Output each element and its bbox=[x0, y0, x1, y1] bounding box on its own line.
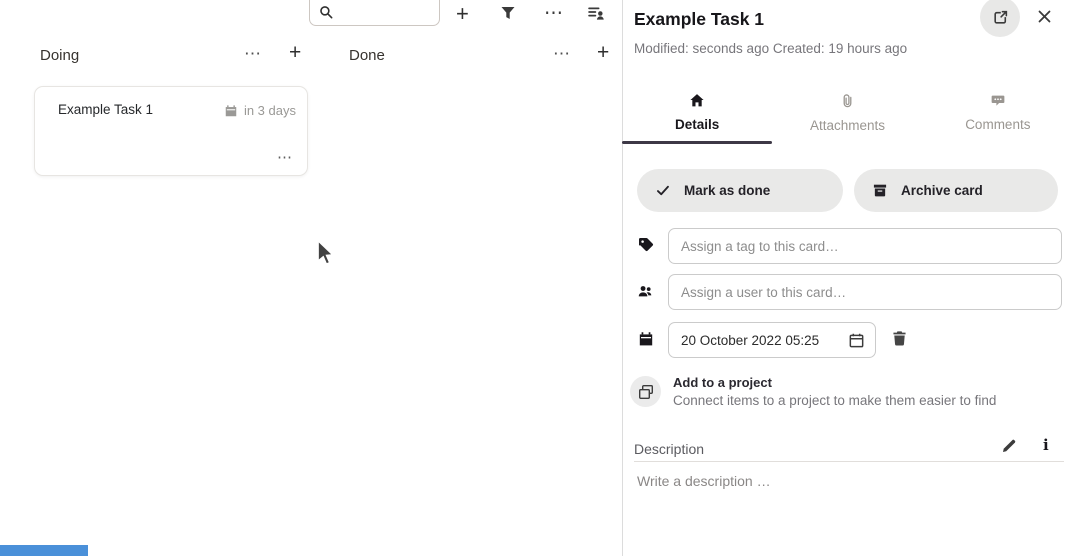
paperclip-icon bbox=[840, 93, 855, 109]
panel-tabs: Details Attachments Comments bbox=[622, 84, 1073, 144]
card-detail-panel: Example Task 1 Modified: seconds ago Cre… bbox=[623, 0, 1073, 556]
task-card[interactable]: Example Task 1 in 3 days ⋯ bbox=[34, 86, 308, 176]
board-add-button[interactable]: + bbox=[456, 1, 469, 27]
assign-tag-input[interactable] bbox=[668, 228, 1062, 264]
external-link-icon bbox=[992, 9, 1009, 26]
due-date-input[interactable] bbox=[681, 333, 848, 348]
doing-column-menu-button[interactable]: ⋯ bbox=[244, 44, 262, 64]
bottom-left-accent bbox=[0, 545, 88, 556]
archive-icon bbox=[872, 183, 888, 198]
done-column-menu-button[interactable]: ⋯ bbox=[553, 44, 571, 64]
add-to-project-title[interactable]: Add to a project bbox=[673, 375, 772, 390]
assignee-list-icon[interactable] bbox=[588, 5, 605, 22]
check-icon bbox=[655, 183, 671, 198]
description-divider bbox=[634, 461, 1064, 462]
date-picker-icon[interactable] bbox=[848, 332, 865, 349]
tag-icon bbox=[638, 236, 654, 252]
card-due-label: in 3 days bbox=[244, 103, 296, 118]
calendar-icon bbox=[224, 104, 238, 118]
column-title-doing: Doing bbox=[40, 47, 79, 64]
card-title: Example Task 1 bbox=[58, 102, 153, 117]
search-input[interactable] bbox=[340, 2, 434, 22]
tab-label: Comments bbox=[965, 117, 1030, 132]
mark-as-done-label: Mark as done bbox=[684, 183, 770, 198]
search-box[interactable] bbox=[309, 0, 440, 26]
archive-card-button[interactable]: Archive card bbox=[854, 169, 1058, 212]
add-to-project-subtitle: Connect items to a project to make them … bbox=[673, 393, 996, 408]
tab-label: Attachments bbox=[810, 118, 885, 133]
comment-icon bbox=[990, 93, 1006, 108]
panel-title: Example Task 1 bbox=[634, 9, 764, 30]
project-icon[interactable] bbox=[630, 376, 661, 407]
home-icon bbox=[689, 93, 705, 108]
panel-meta: Modified: seconds ago Created: 19 hours … bbox=[634, 41, 907, 56]
filter-icon[interactable] bbox=[500, 5, 516, 21]
edit-description-icon[interactable] bbox=[1001, 438, 1017, 454]
due-date-field[interactable] bbox=[668, 322, 876, 358]
info-icon[interactable]: i bbox=[1043, 436, 1049, 454]
tab-comments[interactable]: Comments bbox=[923, 84, 1073, 144]
trash-icon[interactable] bbox=[891, 330, 908, 347]
kanban-board: + ⋯ Doing ⋯ + Done ⋯ + Example Task 1 in… bbox=[0, 0, 622, 556]
description-label: Description bbox=[634, 441, 704, 457]
doing-add-card-button[interactable]: + bbox=[289, 41, 301, 65]
tab-label: Details bbox=[675, 117, 719, 132]
done-add-card-button[interactable]: + bbox=[597, 41, 609, 65]
users-icon bbox=[637, 284, 654, 299]
column-title-done: Done bbox=[349, 47, 385, 64]
card-due-date: in 3 days bbox=[224, 103, 296, 118]
assign-user-input[interactable] bbox=[668, 274, 1062, 310]
board-menu-button[interactable]: ⋯ bbox=[544, 2, 564, 25]
open-in-window-button[interactable] bbox=[980, 0, 1020, 37]
calendar-icon bbox=[638, 331, 654, 347]
mouse-cursor bbox=[317, 240, 333, 266]
archive-card-label: Archive card bbox=[901, 183, 983, 198]
card-menu-button[interactable]: ⋯ bbox=[277, 148, 293, 166]
mark-as-done-button[interactable]: Mark as done bbox=[637, 169, 843, 212]
close-icon[interactable] bbox=[1036, 8, 1053, 25]
search-icon bbox=[319, 5, 334, 20]
description-placeholder[interactable]: Write a description … bbox=[637, 473, 771, 489]
tab-attachments[interactable]: Attachments bbox=[772, 84, 922, 144]
tab-details[interactable]: Details bbox=[622, 84, 772, 144]
